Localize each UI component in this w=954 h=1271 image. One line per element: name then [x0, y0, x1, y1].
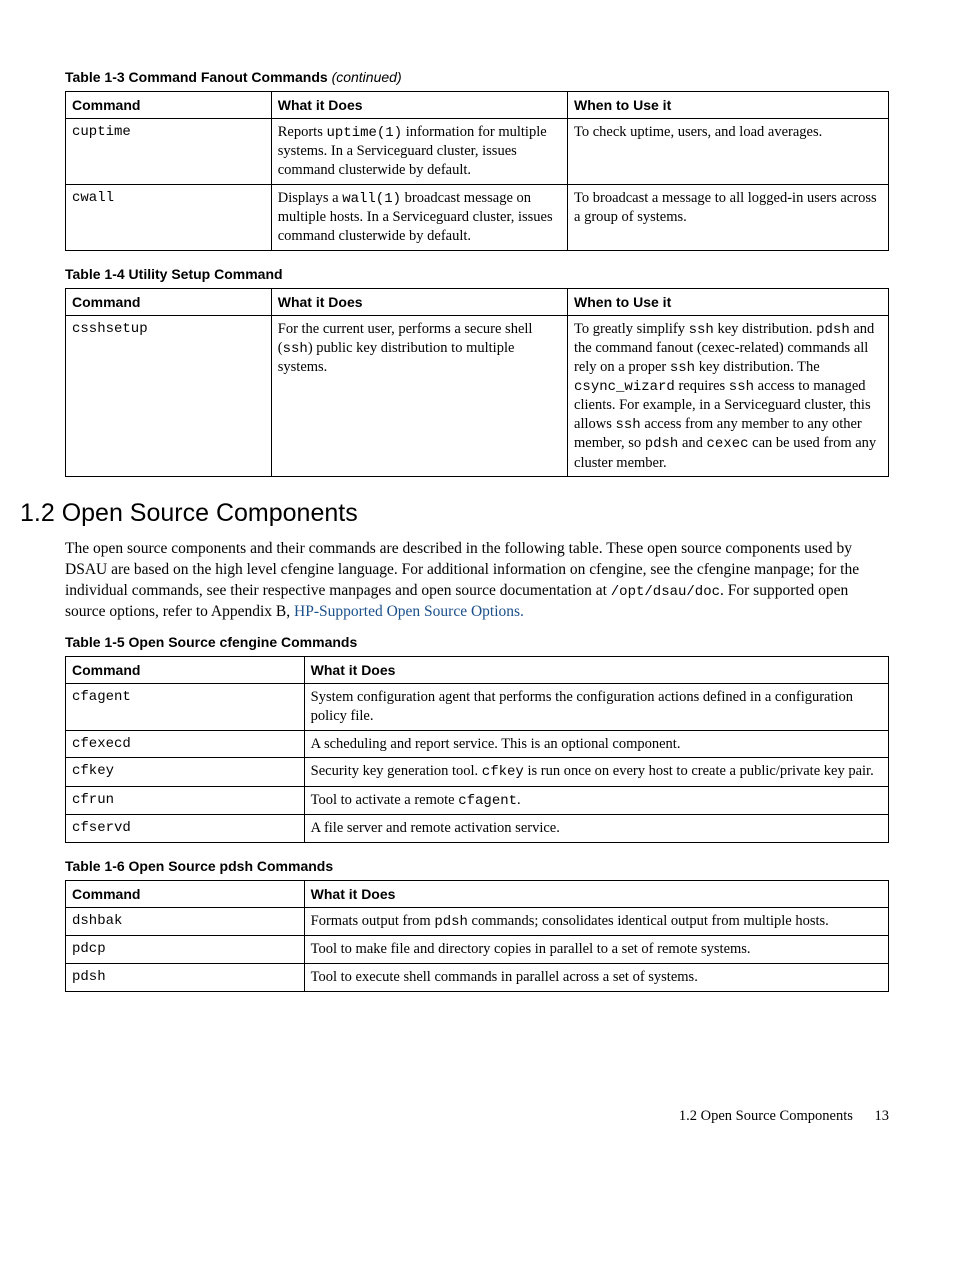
table-1-5: Command What it Does cfagent System conf…: [65, 656, 889, 843]
cell-what: Formats output from pdsh commands; conso…: [304, 907, 888, 935]
cell-what: Displays a wall(1) broadcast message on …: [271, 184, 567, 250]
cell-what: Security key generation tool. cfkey is r…: [304, 758, 888, 786]
table-1-4: Command What it Does When to Use it cssh…: [65, 288, 889, 478]
col-header-command: Command: [66, 656, 305, 683]
cell-what: For the current user, performs a secure …: [271, 315, 567, 476]
link-appendix-b[interactable]: HP-Supported Open Source Options.: [294, 603, 524, 620]
table-row: pdcp Tool to make file and directory cop…: [66, 935, 889, 963]
table-row: cfexecd A scheduling and report service.…: [66, 730, 889, 758]
table-1-6-caption: Table 1-6 Open Source pdsh Commands: [65, 857, 889, 876]
table-1-4-caption: Table 1-4 Utility Setup Command: [65, 265, 889, 284]
page-number: 13: [875, 1108, 890, 1124]
table-1-3: Command What it Does When to Use it cupt…: [65, 91, 889, 251]
cell-command: pdsh: [66, 963, 305, 991]
cell-what: Tool to activate a remote cfagent.: [304, 786, 888, 814]
cell-what: Tool to execute shell commands in parall…: [304, 963, 888, 991]
table-row: cfagent System configuration agent that …: [66, 683, 889, 730]
cell-command: cuptime: [66, 119, 272, 185]
cell-what: A scheduling and report service. This is…: [304, 730, 888, 758]
col-header-what: What it Does: [271, 288, 567, 315]
table-1-5-caption: Table 1-5 Open Source cfengine Commands: [65, 633, 889, 652]
cell-command: cfrun: [66, 786, 305, 814]
col-header-command: Command: [66, 880, 305, 907]
cell-when: To broadcast a message to all logged-in …: [568, 184, 889, 250]
cell-command: csshsetup: [66, 315, 272, 476]
table-row: cwall Displays a wall(1) broadcast messa…: [66, 184, 889, 250]
cell-command: pdcp: [66, 935, 305, 963]
table-1-3-caption-suffix: (continued): [332, 69, 402, 85]
col-header-what: What it Does: [304, 656, 888, 683]
cell-what: A file server and remote activation serv…: [304, 814, 888, 842]
cell-command: cfservd: [66, 814, 305, 842]
cell-what: Tool to make file and directory copies i…: [304, 935, 888, 963]
footer-section: 1.2 Open Source Components: [679, 1108, 853, 1124]
table-row: pdsh Tool to execute shell commands in p…: [66, 963, 889, 991]
cell-command: cfkey: [66, 758, 305, 786]
cell-what: Reports uptime(1) information for multip…: [271, 119, 567, 185]
cell-command: cfagent: [66, 683, 305, 730]
section-heading: 1.2 Open Source Components: [20, 497, 889, 531]
col-header-command: Command: [66, 288, 272, 315]
page-footer: 1.2 Open Source Components 13: [65, 1107, 889, 1127]
table-row: Command What it Does When to Use it: [66, 91, 889, 118]
col-header-what: What it Does: [304, 880, 888, 907]
cell-when: To greatly simplify ssh key distribution…: [568, 315, 889, 476]
cell-what: System configuration agent that performs…: [304, 683, 888, 730]
table-row: cuptime Reports uptime(1) information fo…: [66, 119, 889, 185]
col-header-when: When to Use it: [568, 288, 889, 315]
cell-command: cwall: [66, 184, 272, 250]
cell-when: To check uptime, users, and load average…: [568, 119, 889, 185]
table-row: Command What it Does When to Use it: [66, 288, 889, 315]
cell-command: dshbak: [66, 907, 305, 935]
col-header-command: Command: [66, 91, 272, 118]
table-row: cfkey Security key generation tool. cfke…: [66, 758, 889, 786]
col-header-when: When to Use it: [568, 91, 889, 118]
table-row: csshsetup For the current user, performs…: [66, 315, 889, 476]
table-1-3-caption: Table 1-3 Command Fanout Commands (conti…: [65, 68, 889, 87]
table-row: dshbak Formats output from pdsh commands…: [66, 907, 889, 935]
cell-command: cfexecd: [66, 730, 305, 758]
table-row: Command What it Does: [66, 656, 889, 683]
table-1-6: Command What it Does dshbak Formats outp…: [65, 880, 889, 992]
table-row: cfservd A file server and remote activat…: [66, 814, 889, 842]
table-row: cfrun Tool to activate a remote cfagent.: [66, 786, 889, 814]
table-row: Command What it Does: [66, 880, 889, 907]
table-1-3-caption-main: Table 1-3 Command Fanout Commands: [65, 69, 328, 85]
col-header-what: What it Does: [271, 91, 567, 118]
section-paragraph: The open source components and their com…: [65, 539, 889, 623]
